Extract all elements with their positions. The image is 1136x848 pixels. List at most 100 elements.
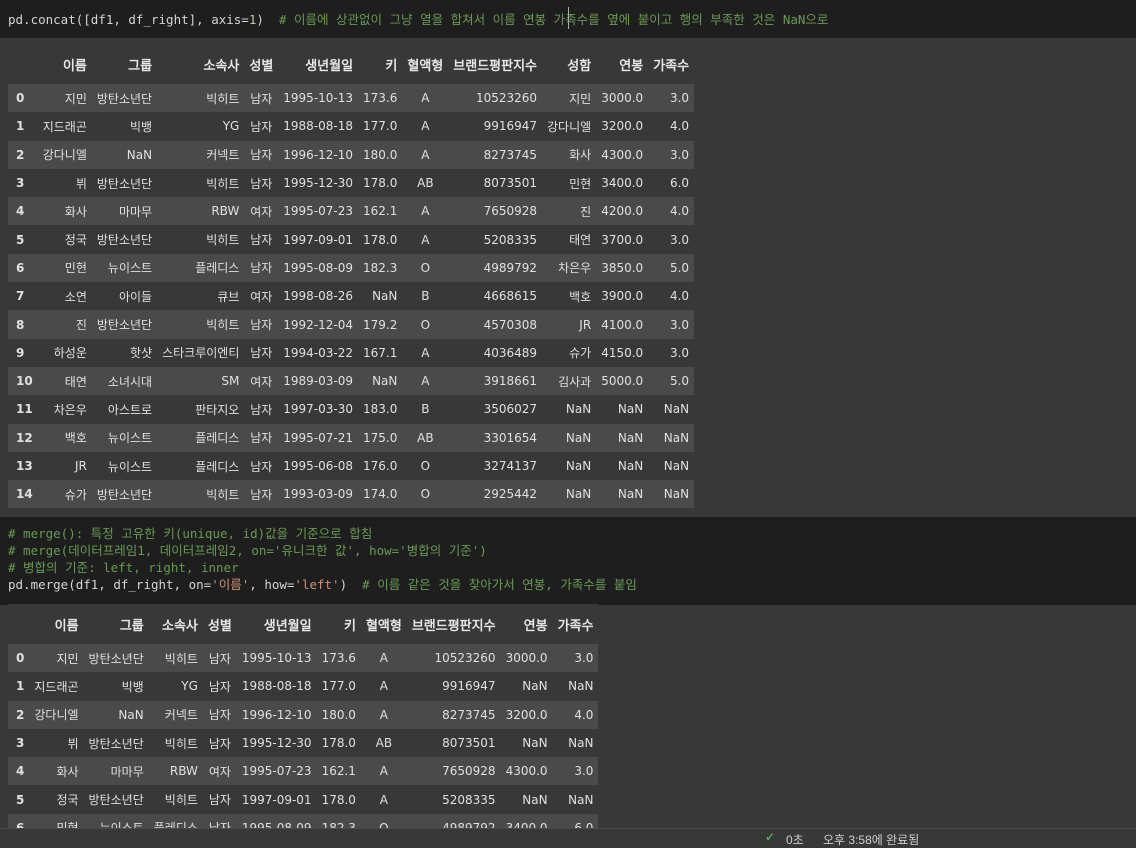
table-cell: AB <box>375 736 393 751</box>
table-cell: A <box>379 679 388 694</box>
table-cell: 4.0 <box>669 119 690 134</box>
code-cell-2[interactable]: # merge(): 특정 고유한 키(unique, id)값을 기준으로 합… <box>0 517 1136 605</box>
table-cell: JR <box>74 459 87 473</box>
table-cell: 5.0 <box>669 374 690 389</box>
table-cell: 3.0 <box>669 232 690 247</box>
table-cell: 4150.0 <box>601 345 644 360</box>
table-row: 11 차은우 아스트로 판타지오 남자 1997-03-30 183.0 B 3506027 Na… <box>8 395 695 424</box>
row-index: 5 <box>16 792 25 807</box>
column-header: 혈액형 <box>360 604 407 644</box>
table-cell: 지민 <box>56 651 79 666</box>
code-text: ) <box>256 12 279 27</box>
table-cell: 빅히트 <box>206 91 240 106</box>
table-cell: NaN <box>565 402 592 417</box>
table-row: 4 화사 마마무 RBW 여자 1995-07-23 162.1 A 7650928 진 4200.… <box>8 197 695 226</box>
table-cell: 180.0 <box>363 147 398 162</box>
table-cell: 마마무 <box>118 204 153 219</box>
table-cell: 4668615 <box>483 289 538 304</box>
column-header: 소속사 <box>157 44 245 84</box>
table-cell: 3850.0 <box>601 260 644 275</box>
table-cell: NaN <box>617 430 644 445</box>
table-cell: NaN <box>663 459 690 473</box>
column-header: 키 <box>316 604 361 644</box>
table-row: 3 뷔 방탄소년단 빅히트 남자 1995-12-30 178.0 AB 8073501 민현 34… <box>8 168 695 198</box>
table-cell: 태연 <box>569 233 592 248</box>
table-cell: 183.0 <box>363 402 398 417</box>
row-index: 0 <box>16 91 25 106</box>
table-cell: 소연 <box>64 289 87 304</box>
table-cell: 뷔 <box>75 176 87 191</box>
table-cell: 플레디스 <box>195 431 240 446</box>
table-cell: 1992-12-04 <box>283 317 354 332</box>
table-cell: 178.0 <box>363 176 398 191</box>
table-cell: 1997-09-01 <box>283 232 354 247</box>
table-cell: 화사 <box>56 764 79 779</box>
column-header: 그룹 <box>83 604 149 644</box>
table-cell: 남자 <box>208 651 231 666</box>
table-cell: 진 <box>580 204 592 219</box>
table-cell: 174.0 <box>363 487 398 502</box>
row-index: 14 <box>16 487 33 502</box>
table-cell: 1995-10-13 <box>241 651 312 666</box>
table-cell: 방탄소년단 <box>88 736 144 751</box>
table-cell: 3506027 <box>483 402 538 417</box>
table-cell: 167.1 <box>363 345 398 360</box>
table-cell: 강다니엘 <box>34 708 79 723</box>
table-cell: NaN <box>617 459 644 473</box>
table-cell: O <box>420 260 431 275</box>
table-cell: 슈가 <box>64 487 87 502</box>
table-cell: 4036489 <box>483 345 538 360</box>
table-cell: NaN <box>372 289 398 304</box>
table-cell: 3.0 <box>574 651 594 666</box>
table-cell: 175.0 <box>363 430 398 445</box>
table-cell: 여자 <box>250 289 273 304</box>
table-cell: 7650928 <box>483 204 538 219</box>
row-index: 5 <box>16 232 25 247</box>
table-cell: 3918661 <box>483 374 538 389</box>
table-cell: 173.6 <box>321 651 356 666</box>
table-cell: A <box>421 374 430 389</box>
code-cell-1[interactable]: pd.concat([df1, df_right], axis=1) # 이름에… <box>0 0 1136 38</box>
column-header: 생년월일 <box>236 604 317 644</box>
table-cell: A <box>379 764 388 779</box>
table-cell: 3200.0 <box>505 707 548 722</box>
table-cell: 4.0 <box>669 204 690 219</box>
table-cell: 커넥트 <box>206 148 240 163</box>
table-row: 5 정국 방탄소년단 빅히트 남자 1997-09-01 178.0 A 5208335 태연 37… <box>8 225 695 254</box>
row-index: 10 <box>16 374 33 389</box>
dataframe-concat: 이름 그룹 소속사 성별 생년월일 키 혈액형 브랜드평판지수 성함 연봉 가족수 0 지민방탄소년단… <box>8 44 695 509</box>
table-cell: 8073501 <box>483 176 538 191</box>
table-cell: NaN <box>568 679 594 694</box>
code-string: 'left' <box>294 577 340 592</box>
table-cell: 강다니엘 <box>42 148 87 163</box>
table-header-row: 이름 그룹 소속사 성별 생년월일 키 혈액형 브랜드평판지수 성함 연봉 가족수 <box>8 44 695 84</box>
row-index: 11 <box>16 402 33 417</box>
table-cell: 방탄소년단 <box>96 176 153 191</box>
table-cell: 1988-08-18 <box>241 679 312 694</box>
table-cell: 슈가 <box>569 346 592 361</box>
output-table-2-container: 이름 그룹 소속사 성별 생년월일 키 혈액형 브랜드평판지수 연봉 가족수 0 지민 방탄소년단 빅히… <box>8 604 599 843</box>
table-row: 1 지드래곤 빅뱅 YG 남자 1988-08-18 177.0 A 9916947 강다니엘 32… <box>8 112 695 141</box>
table-cell: 화사 <box>569 148 592 163</box>
table-cell: 뉴이스트 <box>107 459 153 474</box>
table-cell: 남자 <box>250 402 273 417</box>
table-cell: 3.0 <box>669 345 690 360</box>
table-cell: 남자 <box>250 91 273 106</box>
code-comment: # merge(): 특정 고유한 키(unique, id)값을 기준으로 합… <box>8 526 373 541</box>
table-row: 14 슈가 방탄소년단 빅히트 남자 1993-03-09 174.0 O 2925442 NaN… <box>8 480 695 509</box>
table-cell: 173.6 <box>363 91 398 106</box>
table-cell: B <box>421 289 430 304</box>
table-cell: 3700.0 <box>601 232 644 247</box>
row-index: 2 <box>16 147 25 162</box>
table-row: 1 지드래곤 빅뱅 YG 남자 1988-08-18 177.0 A 9916947 NaN NaN <box>8 672 599 701</box>
table-cell: NaN <box>663 430 690 445</box>
table-row: 12 백호 뉴이스트 플레디스 남자 1995-07-21 175.0 AB 3301654 Na… <box>8 423 695 452</box>
row-index: 0 <box>16 651 25 666</box>
table-cell: 4.0 <box>574 707 594 722</box>
table-cell: 지민 <box>64 91 87 106</box>
table-cell: 162.1 <box>363 204 398 219</box>
table-row: 5 정국 방탄소년단 빅히트 남자 1997-09-01 178.0 A 5208335 NaN N… <box>8 785 599 814</box>
table-cell: 큐브 <box>217 289 240 304</box>
table-cell: 남자 <box>250 459 273 474</box>
table-cell: 남자 <box>208 679 231 694</box>
